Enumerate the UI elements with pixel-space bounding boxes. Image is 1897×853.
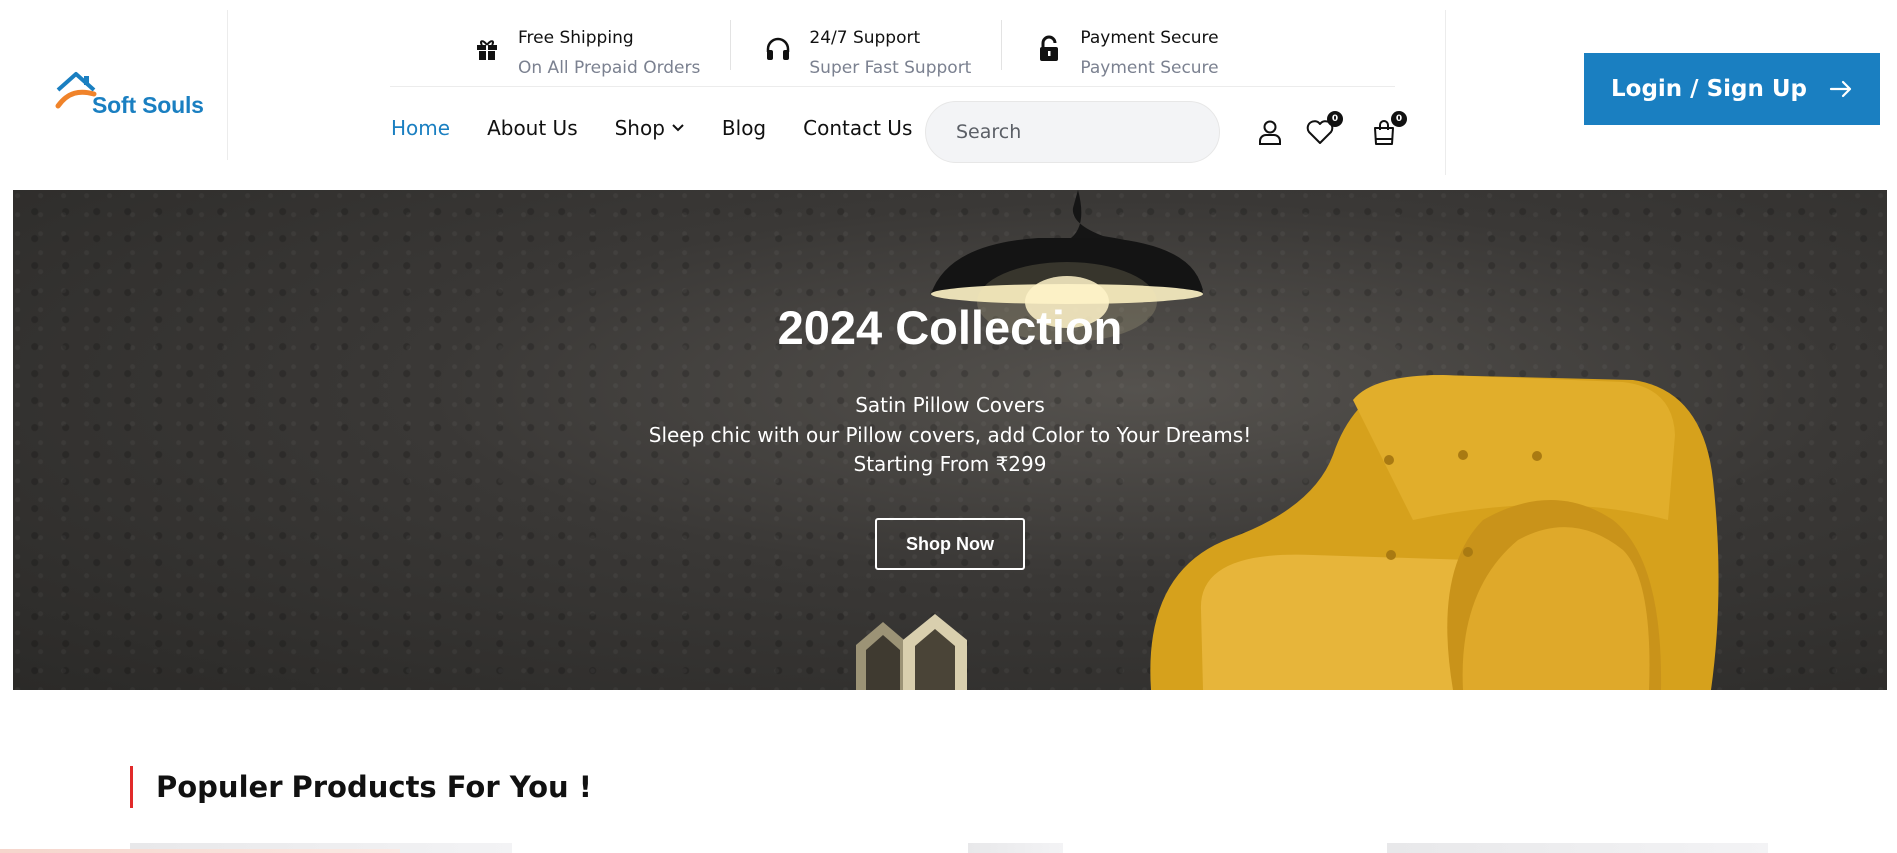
search-input[interactable] [956, 121, 1199, 143]
wishlist-count-badge: 0 [1327, 111, 1343, 127]
search-box [925, 101, 1220, 163]
nav-about-us[interactable]: About Us [487, 116, 578, 140]
wooden-house-decor-icon [856, 614, 967, 690]
section-title-rest: Products For You ! [291, 770, 592, 804]
arrow-right-icon [1829, 80, 1852, 98]
wishlist-heart-icon[interactable]: 0 [1305, 111, 1343, 147]
header-rule [390, 86, 1395, 87]
feature-separator [1001, 20, 1003, 70]
shop-now-button[interactable]: Shop Now [875, 518, 1025, 570]
nav-blog[interactable]: Blog [722, 116, 766, 140]
feature-separator [730, 20, 732, 70]
headphones-icon [761, 32, 795, 66]
feature-free-shipping: Free Shipping On All Prepaid Orders [470, 10, 700, 80]
floating-widget-edge [0, 849, 400, 853]
nav-shop-label: Shop [614, 116, 665, 140]
section-title-bold: Populer [156, 770, 283, 804]
chevron-down-icon [672, 124, 684, 132]
hero-banner: 2024 Collection Satin Pillow Covers Slee… [13, 190, 1887, 690]
nav-shop[interactable]: Shop [615, 116, 685, 140]
nav-home[interactable]: Home [391, 116, 450, 140]
cart-bag-icon[interactable]: 0 [1369, 111, 1407, 147]
logo-text: Soft Souls [92, 92, 204, 118]
page: Soft Souls Free Shipping On All Prepaid … [0, 0, 1897, 853]
main-nav: Home About Us Shop Blog Contact Us [391, 116, 912, 140]
cart-count-badge: 0 [1391, 111, 1407, 127]
login-signup-label: Login / Sign Up [1610, 76, 1808, 102]
section-title: Populer Products For You ! [130, 766, 592, 808]
login-signup-button[interactable]: Login / Sign Up [1584, 53, 1880, 125]
unlock-icon [1032, 32, 1066, 66]
site-logo[interactable]: Soft Souls [52, 70, 212, 120]
feature-title: Free Shipping [518, 28, 634, 48]
product-card[interactable] [1387, 843, 1768, 853]
header-divider [1445, 10, 1446, 175]
feature-title: 24/7 Support [809, 28, 921, 48]
feature-payment-secure: Payment Secure Payment Secure [1032, 10, 1219, 80]
hero-subtitle: Satin Pillow Covers [855, 393, 1045, 417]
feature-strip: Free Shipping On All Prepaid Orders 24/7… [470, 10, 1219, 80]
product-card[interactable] [968, 843, 1063, 853]
feature-subtitle: On All Prepaid Orders [518, 58, 701, 78]
nav-contact-us[interactable]: Contact Us [803, 116, 912, 140]
user-icon[interactable] [1255, 117, 1285, 147]
gift-icon [470, 32, 504, 66]
feature-subtitle: Payment Secure [1080, 58, 1219, 78]
hero-description: Sleep chic with our Pillow covers, add C… [648, 423, 1252, 447]
feature-support: 24/7 Support Super Fast Support [761, 10, 971, 80]
feature-title: Payment Secure [1080, 28, 1219, 48]
header-divider [227, 10, 228, 160]
hero-title: 2024 Collection [777, 301, 1123, 354]
feature-subtitle: Super Fast Support [809, 58, 972, 78]
hero-price: Starting From ₹299 [853, 452, 1047, 476]
